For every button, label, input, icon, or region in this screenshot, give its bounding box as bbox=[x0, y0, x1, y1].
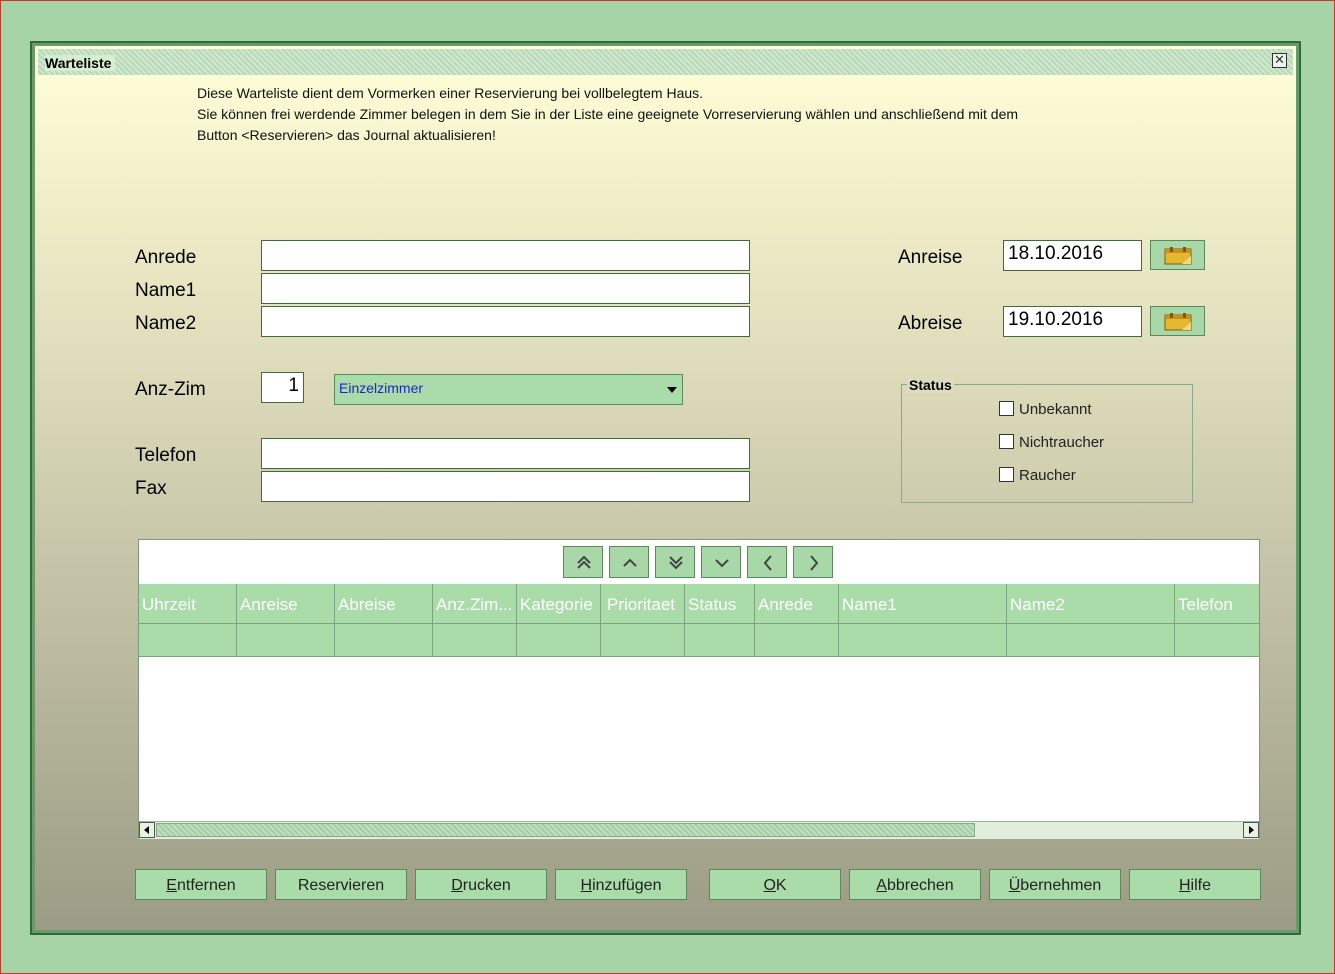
info-text: Diese Warteliste dient dem Vormerken ein… bbox=[197, 83, 1018, 146]
info-line-2: Sie können frei werdende Zimmer belegen … bbox=[197, 106, 1019, 122]
column-header-telefon[interactable]: Telefon bbox=[1175, 584, 1259, 623]
table-cell[interactable] bbox=[517, 624, 601, 656]
hilfe-button[interactable]: Hilfe bbox=[1129, 869, 1261, 900]
drucken-button[interactable]: Drucken bbox=[415, 869, 547, 900]
calendar-icon bbox=[1164, 247, 1192, 265]
anzzim-label: Anz-Zim bbox=[135, 379, 206, 400]
scroll-left-icon[interactable] bbox=[139, 822, 155, 838]
table-cell[interactable] bbox=[685, 624, 755, 656]
calendar-icon bbox=[1164, 313, 1192, 331]
nichtraucher-label: Nichtraucher bbox=[1019, 434, 1105, 451]
column-header-prioritaet[interactable]: Prioritaet bbox=[601, 584, 685, 623]
prev-record-button[interactable] bbox=[747, 546, 787, 578]
chevron-down-icon[interactable] bbox=[667, 387, 677, 393]
next-page-icon bbox=[715, 559, 729, 568]
raucher-checkbox[interactable] bbox=[999, 467, 1014, 482]
table-row[interactable] bbox=[139, 624, 1259, 657]
anreise-calendar-button[interactable] bbox=[1150, 240, 1205, 270]
name1-field[interactable] bbox=[261, 273, 750, 304]
close-icon[interactable]: ✕ bbox=[1272, 53, 1287, 68]
anzzim-field[interactable]: 1 bbox=[261, 372, 304, 403]
anrede-field[interactable] bbox=[261, 240, 750, 271]
status-title: Status bbox=[907, 377, 954, 393]
name1-label: Name1 bbox=[135, 280, 197, 301]
column-header-name1[interactable]: Name1 bbox=[839, 584, 1007, 623]
last-icon bbox=[669, 556, 683, 570]
title-bar[interactable]: Warteliste ✕ bbox=[38, 49, 1293, 75]
first-icon bbox=[577, 555, 591, 569]
last-record-button[interactable] bbox=[655, 546, 695, 578]
info-line-3: Button <Reservieren> das Journal aktuali… bbox=[197, 127, 496, 143]
reservieren-button[interactable]: Reservieren bbox=[275, 869, 407, 900]
column-header-anrede[interactable]: Anrede bbox=[755, 584, 839, 623]
nichtraucher-checkbox[interactable] bbox=[999, 434, 1014, 449]
table-cell[interactable] bbox=[601, 624, 685, 656]
window-title: Warteliste bbox=[45, 55, 116, 71]
fax-field[interactable] bbox=[261, 471, 750, 502]
table-cell[interactable] bbox=[1007, 624, 1175, 656]
waitlist-grid: Uhrzeit Anreise Abreise Anz.Zim... Kateg… bbox=[138, 539, 1260, 839]
room-type-value: Einzelzimmer bbox=[339, 380, 424, 396]
warteliste-dialog: Warteliste ✕ Diese Warteliste dient dem … bbox=[30, 41, 1301, 935]
anreise-label: Anreise bbox=[898, 247, 963, 268]
table-cell[interactable] bbox=[237, 624, 335, 656]
scroll-right-icon[interactable] bbox=[1243, 822, 1259, 838]
column-header-kategorie[interactable]: Kategorie bbox=[517, 584, 601, 623]
abbrechen-button[interactable]: Abbrechen bbox=[849, 869, 981, 900]
horizontal-scrollbar[interactable] bbox=[139, 821, 1259, 839]
telefon-label: Telefon bbox=[135, 445, 197, 466]
abreise-calendar-button[interactable] bbox=[1150, 306, 1205, 336]
unbekannt-checkbox[interactable] bbox=[999, 401, 1014, 416]
column-header-abreise[interactable]: Abreise bbox=[335, 584, 433, 623]
column-header-anreise[interactable]: Anreise bbox=[237, 584, 335, 623]
next-page-button[interactable] bbox=[701, 546, 741, 578]
dialog-body: Warteliste ✕ Diese Warteliste dient dem … bbox=[35, 46, 1296, 930]
table-cell[interactable] bbox=[433, 624, 517, 656]
name2-field[interactable] bbox=[261, 306, 750, 337]
column-header-uhrzeit[interactable]: Uhrzeit bbox=[139, 584, 237, 623]
column-header-status[interactable]: Status bbox=[685, 584, 755, 623]
unbekannt-label: Unbekannt bbox=[1019, 401, 1092, 418]
next-record-button[interactable] bbox=[793, 546, 833, 578]
room-type-select[interactable]: Einzelzimmer bbox=[334, 374, 683, 405]
anrede-label: Anrede bbox=[135, 247, 197, 268]
table-cell[interactable] bbox=[335, 624, 433, 656]
scrollbar-thumb[interactable] bbox=[156, 823, 975, 837]
anreise-date-field[interactable]: 18.10.2016 bbox=[1003, 240, 1142, 271]
prev-page-icon bbox=[623, 558, 637, 567]
next-icon bbox=[810, 555, 819, 571]
column-header-name2[interactable]: Name2 bbox=[1007, 584, 1175, 623]
telefon-field[interactable] bbox=[261, 438, 750, 469]
column-header-anzzim[interactable]: Anz.Zim... bbox=[433, 584, 517, 623]
hinzufuegen-button[interactable]: Hinzufügen bbox=[555, 869, 687, 900]
first-record-button[interactable] bbox=[563, 546, 603, 578]
info-line-1: Diese Warteliste dient dem Vormerken ein… bbox=[197, 85, 704, 101]
uebernehmen-button[interactable]: Übernehmen bbox=[989, 869, 1121, 900]
prev-icon bbox=[763, 555, 772, 571]
abreise-date-field[interactable]: 19.10.2016 bbox=[1003, 306, 1142, 337]
fax-label: Fax bbox=[135, 478, 167, 499]
name2-label: Name2 bbox=[135, 313, 197, 334]
table-cell[interactable] bbox=[839, 624, 1007, 656]
raucher-label: Raucher bbox=[1019, 467, 1076, 484]
table-cell[interactable] bbox=[755, 624, 839, 656]
table-cell[interactable] bbox=[139, 624, 237, 656]
abreise-label: Abreise bbox=[898, 313, 963, 334]
ok-button[interactable]: OK bbox=[709, 869, 841, 900]
grid-header-row: Uhrzeit Anreise Abreise Anz.Zim... Kateg… bbox=[139, 584, 1259, 624]
prev-page-button[interactable] bbox=[609, 546, 649, 578]
entfernen-button[interactable]: Entfernen bbox=[135, 869, 267, 900]
table-cell[interactable] bbox=[1175, 624, 1259, 656]
status-group: Status Unbekannt Nichtraucher Raucher bbox=[901, 377, 1193, 503]
